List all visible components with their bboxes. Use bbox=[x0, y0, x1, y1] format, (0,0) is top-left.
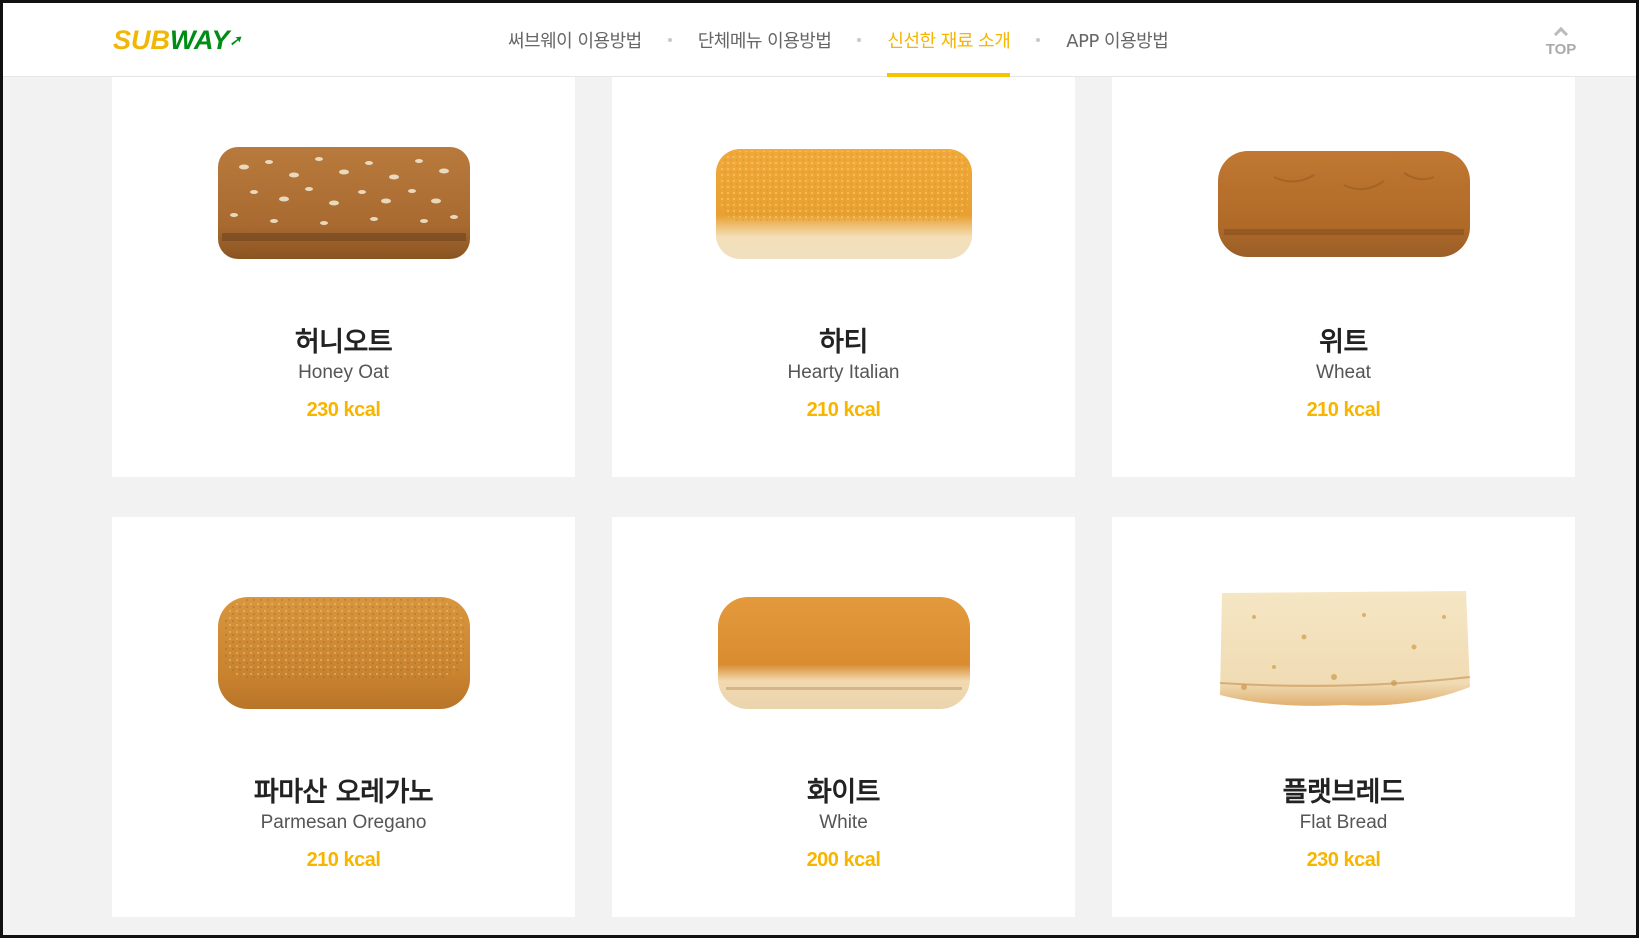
bread-name-english: Parmesan Oregano bbox=[260, 812, 427, 833]
site-header: SUBWAY➚ 써브웨이 이용방법 단체메뉴 이용방법 신선한 재료 소개 AP… bbox=[3, 3, 1636, 77]
nav-item-group-menu-guide[interactable]: 단체메뉴 이용방법 bbox=[698, 3, 832, 77]
bread-calories: 230 kcal bbox=[1306, 849, 1381, 871]
white-bread-image bbox=[612, 587, 1075, 727]
page-frame: 허니오트 Honey Oat 230 kcal 하티 Hearty Italia… bbox=[0, 0, 1639, 938]
bread-card[interactable]: 화이트 White 200 kcal bbox=[612, 517, 1075, 917]
logo-way-text: WAY bbox=[170, 25, 230, 55]
main-nav: 써브웨이 이용방법 단체메뉴 이용방법 신선한 재료 소개 APP 이용방법 bbox=[508, 3, 1169, 77]
bread-calories: 210 kcal bbox=[306, 849, 381, 871]
nav-item-app-guide[interactable]: APP 이용방법 bbox=[1066, 3, 1168, 77]
bread-name-korean: 위트 bbox=[1319, 327, 1368, 358]
parmesan-oregano-bread-image bbox=[112, 587, 575, 727]
bread-card[interactable]: 플랫브레드 Flat Bread 230 kcal bbox=[1112, 517, 1575, 917]
bread-name-korean: 파마산 오레가노 bbox=[253, 777, 434, 808]
nav-separator bbox=[1036, 38, 1041, 42]
nav-separator bbox=[667, 38, 672, 42]
bread-name-english: Wheat bbox=[1316, 362, 1371, 383]
bread-card[interactable]: 허니오트 Honey Oat 230 kcal bbox=[112, 77, 575, 477]
bread-calories: 210 kcal bbox=[1306, 399, 1381, 421]
top-label: TOP bbox=[1545, 41, 1577, 58]
wheat-bread-image bbox=[1112, 137, 1575, 277]
logo-sub-text: SUB bbox=[113, 25, 171, 55]
flat-bread-image bbox=[1112, 587, 1575, 727]
bread-card[interactable]: 파마산 오레가노 Parmesan Oregano 210 kcal bbox=[112, 517, 575, 917]
honey-oat-bread-image bbox=[112, 137, 575, 277]
hearty-italian-bread-image bbox=[612, 137, 1075, 277]
chevron-up-icon bbox=[1553, 26, 1569, 42]
bread-name-korean: 화이트 bbox=[806, 777, 881, 808]
bread-calories: 210 kcal bbox=[806, 399, 881, 421]
nav-item-subway-guide[interactable]: 써브웨이 이용방법 bbox=[508, 3, 642, 77]
bread-name-korean: 하티 bbox=[819, 327, 868, 358]
bread-name-korean: 플랫브레드 bbox=[1282, 777, 1405, 808]
bread-name-english: Hearty Italian bbox=[787, 362, 900, 383]
nav-item-fresh-ingredients[interactable]: 신선한 재료 소개 bbox=[887, 3, 1011, 77]
bread-name-english: White bbox=[819, 812, 868, 833]
bread-calories: 230 kcal bbox=[306, 399, 381, 421]
bread-card[interactable]: 하티 Hearty Italian 210 kcal bbox=[612, 77, 1075, 477]
subway-logo[interactable]: SUBWAY➚ bbox=[113, 25, 241, 55]
bread-name-korean: 허니오트 bbox=[294, 327, 393, 358]
bread-card[interactable]: 위트 Wheat 210 kcal bbox=[1112, 77, 1575, 477]
logo-arrow-icon: ➚ bbox=[229, 32, 242, 48]
scroll-top-button[interactable]: TOP bbox=[1541, 25, 1581, 59]
nav-separator bbox=[857, 38, 862, 42]
bread-name-english: Flat Bread bbox=[1299, 812, 1388, 833]
bread-name-english: Honey Oat bbox=[298, 362, 389, 383]
bread-calories: 200 kcal bbox=[806, 849, 881, 871]
